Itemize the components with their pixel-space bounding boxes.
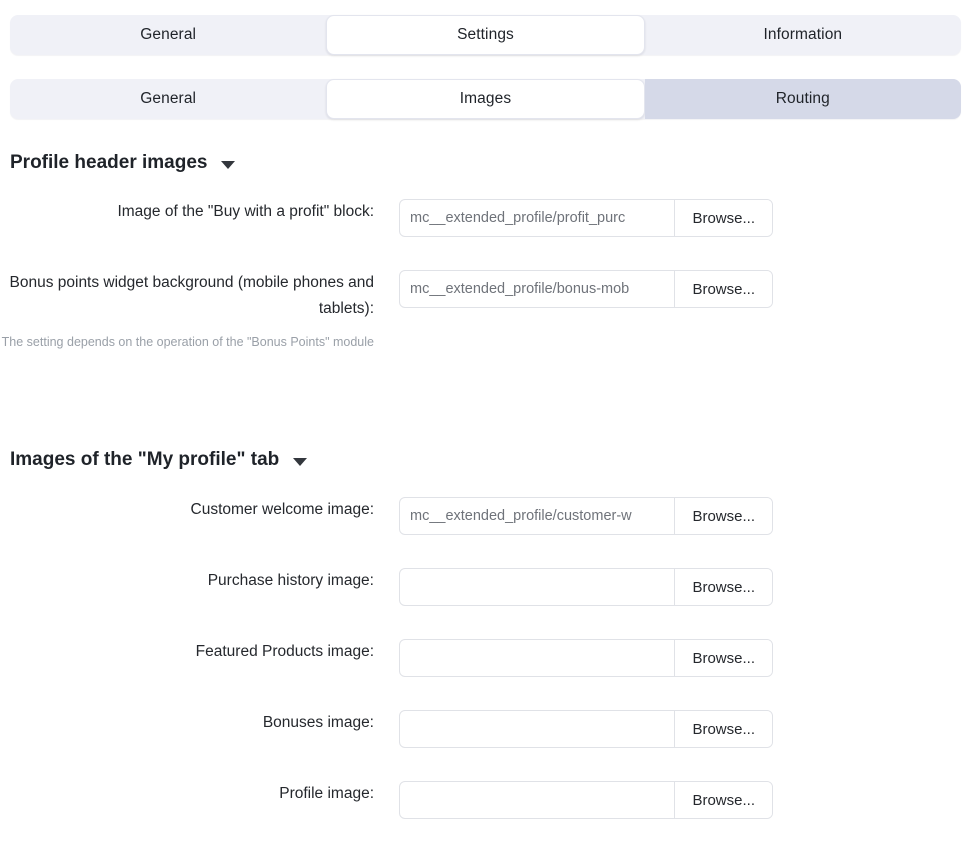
tab-label: Settings bbox=[457, 26, 514, 43]
image-path-input[interactable] bbox=[400, 271, 675, 307]
tab-label: Images bbox=[459, 90, 512, 107]
form-label-column: Image of the "Buy with a profit" block: bbox=[0, 199, 374, 225]
tab-general-primary[interactable]: General bbox=[10, 15, 326, 55]
tab-general-secondary[interactable]: General bbox=[10, 79, 326, 119]
image-path-input[interactable] bbox=[400, 640, 675, 676]
field-label: Bonuses image: bbox=[262, 714, 374, 731]
form-row: Bonuses image: Browse... bbox=[0, 710, 790, 748]
field-label: Profile image: bbox=[279, 785, 374, 802]
primary-tab-bar: General Settings Information bbox=[10, 15, 961, 55]
form-row: Bonus points widget background (mobile p… bbox=[0, 270, 790, 355]
section-heading-profile-header-images[interactable]: Profile header images bbox=[10, 152, 236, 174]
file-input-group: Browse... bbox=[399, 497, 773, 535]
form-row: Purchase history image: Browse... bbox=[0, 568, 790, 606]
browse-button[interactable]: Browse... bbox=[674, 200, 772, 236]
field-label: Image of the "Buy with a profit" block: bbox=[117, 203, 374, 220]
tab-routing-secondary[interactable]: Routing bbox=[644, 79, 961, 119]
field-label: Bonus points widget background (mobile p… bbox=[9, 274, 375, 317]
browse-button[interactable]: Browse... bbox=[674, 711, 772, 747]
field-hint: The setting depends on the operation of … bbox=[1, 335, 374, 349]
tab-label: Routing bbox=[775, 90, 830, 107]
field-label: Customer welcome image: bbox=[190, 501, 374, 518]
browse-button[interactable]: Browse... bbox=[674, 271, 772, 307]
file-input-group: Browse... bbox=[399, 568, 773, 606]
form-field-column: Browse... bbox=[399, 568, 773, 606]
form-label-column: Customer welcome image: bbox=[0, 497, 374, 523]
image-path-input[interactable] bbox=[400, 711, 675, 747]
browse-button[interactable]: Browse... bbox=[674, 782, 772, 818]
file-input-group: Browse... bbox=[399, 710, 773, 748]
tab-settings-primary[interactable]: Settings bbox=[326, 15, 645, 55]
image-path-input[interactable] bbox=[400, 498, 675, 534]
form-label-column: Featured Products image: bbox=[0, 639, 374, 665]
form-field-column: Browse... bbox=[399, 199, 773, 237]
form-field-column: Browse... bbox=[399, 710, 773, 748]
field-label: Featured Products image: bbox=[195, 643, 374, 660]
image-path-input[interactable] bbox=[400, 782, 675, 818]
form-row: Featured Products image: Browse... bbox=[0, 639, 790, 677]
file-input-group: Browse... bbox=[399, 781, 773, 819]
form-label-column: Purchase history image: bbox=[0, 568, 374, 594]
file-input-group: Browse... bbox=[399, 639, 773, 677]
secondary-tab-bar: General Images Routing bbox=[10, 79, 961, 119]
browse-button[interactable]: Browse... bbox=[674, 498, 772, 534]
form-field-column: Browse... bbox=[399, 497, 773, 535]
image-path-input[interactable] bbox=[400, 200, 675, 236]
tab-label: General bbox=[140, 90, 197, 107]
form-field-column: Browse... bbox=[399, 270, 773, 308]
form-row: Image of the "Buy with a profit" block: … bbox=[0, 199, 790, 237]
form-field-column: Browse... bbox=[399, 639, 773, 677]
section-title: Profile header images bbox=[10, 152, 208, 173]
caret-down-icon[interactable] bbox=[293, 457, 308, 466]
caret-down-icon[interactable] bbox=[221, 160, 236, 169]
section-heading-my-profile-tab-images[interactable]: Images of the "My profile" tab bbox=[10, 449, 308, 471]
browse-button[interactable]: Browse... bbox=[674, 640, 772, 676]
form-label-column: Profile image: bbox=[0, 781, 374, 807]
field-label: Purchase history image: bbox=[207, 572, 374, 589]
tab-label: Information bbox=[763, 26, 843, 43]
form-label-column: Bonus points widget background (mobile p… bbox=[0, 270, 374, 355]
form-label-column: Bonuses image: bbox=[0, 710, 374, 736]
form-row: Customer welcome image: Browse... bbox=[0, 497, 790, 535]
tab-images-secondary[interactable]: Images bbox=[326, 79, 645, 119]
tab-information-primary[interactable]: Information bbox=[645, 15, 961, 55]
browse-button[interactable]: Browse... bbox=[674, 569, 772, 605]
file-input-group: Browse... bbox=[399, 270, 773, 308]
section-title: Images of the "My profile" tab bbox=[10, 449, 280, 470]
image-path-input[interactable] bbox=[400, 569, 675, 605]
form-row: Profile image: Browse... bbox=[0, 781, 790, 819]
file-input-group: Browse... bbox=[399, 199, 773, 237]
form-field-column: Browse... bbox=[399, 781, 773, 819]
tab-label: General bbox=[140, 26, 197, 43]
